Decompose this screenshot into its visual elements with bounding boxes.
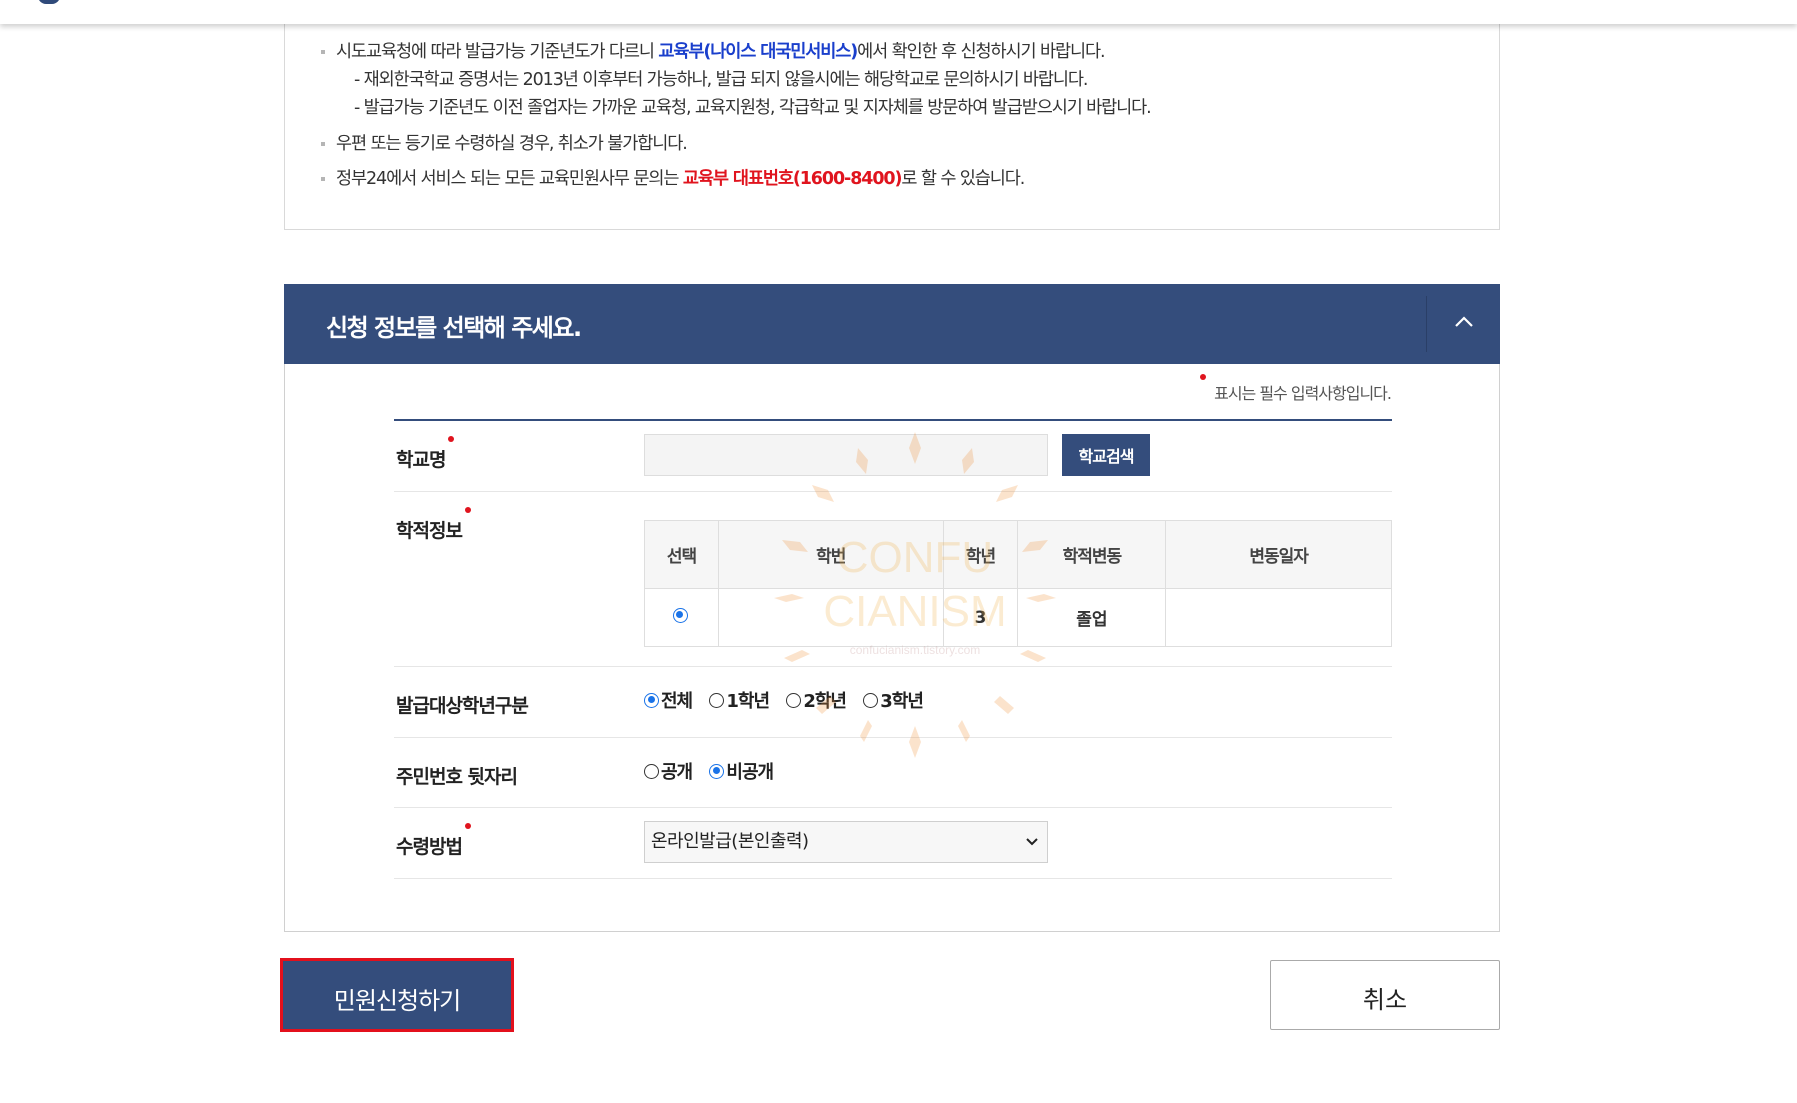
grade-cell: 3 <box>942 588 1019 647</box>
grade-option-1[interactable]: 1학년 <box>709 687 770 713</box>
required-note-text: 표시는 필수 입력사항입니다. <box>1214 384 1392 403</box>
radio-icon[interactable] <box>709 692 725 708</box>
school-row: 학교명 학교검색 <box>394 421 1392 492</box>
resident-option-private[interactable]: 비공개 <box>709 758 774 784</box>
record-select-radio[interactable] <box>672 607 688 623</box>
option-label: 3학년 <box>880 691 924 712</box>
grade-option-3[interactable]: 3학년 <box>863 687 924 713</box>
option-label: 공개 <box>661 762 693 783</box>
option-label: 1학년 <box>726 691 770 712</box>
required-dot-icon <box>1200 374 1207 380</box>
notice-text: 정부24에서 서비스 되는 모든 교육민원사무 문의는 <box>336 169 683 189</box>
col-status: 학적변동 <box>1017 520 1167 589</box>
notice-text: 우편 또는 등기로 수령하실 경우, 취소가 불가합니다. <box>336 134 688 154</box>
application-panel: 신청 정보를 선택해 주세요. 표시는 필수 입력사항입니다. 학교명 학교검색… <box>284 284 1500 932</box>
option-label: 2학년 <box>803 691 847 712</box>
notice-sub: - 발급가능 기준년도 이전 졸업자는 가까운 교육청, 교육지원청, 각급학교… <box>354 98 1152 118</box>
record-table: 선택 학번 학년 학적변동 변동일자 3 졸업 <box>644 520 1392 647</box>
record-label: 학적정보 <box>396 507 471 543</box>
panel-collapse-button[interactable] <box>1426 296 1500 352</box>
target-grade-label: 발급대상학년구분 <box>396 695 529 717</box>
status-cell: 졸업 <box>1017 588 1167 647</box>
notice-sub: - 재외한국학교 증명서는 2013년 이후부터 가능하나, 발급 되지 않을시… <box>354 70 1088 90</box>
radio-icon[interactable] <box>786 692 802 708</box>
record-label-text: 학적정보 <box>396 520 463 542</box>
resident-no-radios: 공개 비공개 <box>644 758 785 784</box>
apply-button[interactable]: 민원신청하기 <box>280 958 514 1032</box>
notice-box: 시도교육청에 따라 발급가능 기준년도가 다르니 교육부(나이스 대국민서비스)… <box>284 0 1500 230</box>
chevron-down-icon <box>1026 838 1038 846</box>
notice-text: 로 할 수 있습니다. <box>901 169 1025 189</box>
cancel-button-label: 취소 <box>1362 986 1408 1014</box>
notice-item: 시도교육청에 따라 발급가능 기준년도가 다르니 교육부(나이스 대국민서비스)… <box>319 38 1479 66</box>
col-date: 변동일자 <box>1165 520 1392 589</box>
school-name-input[interactable] <box>644 434 1048 476</box>
col-student-no: 학번 <box>717 520 944 589</box>
apply-button-label: 민원신청하기 <box>333 987 461 1015</box>
target-grade-row: 발급대상학년구분 전체 1학년 2학년 3학년 <box>394 667 1392 738</box>
notice-text: 에서 확인한 후 신청하시기 바랍니다. <box>857 42 1105 62</box>
chevron-up-icon <box>1455 316 1473 327</box>
notice-item: 우편 또는 등기로 수령하실 경우, 취소가 불가합니다. <box>319 130 1479 158</box>
logo-fragment <box>38 0 60 4</box>
required-note: 표시는 필수 입력사항입니다. <box>1200 374 1392 404</box>
notice-text: 시도교육청에 따라 발급가능 기준년도가 다르니 <box>336 42 659 62</box>
receive-label-text: 수령방법 <box>396 836 463 858</box>
panel-header: 신청 정보를 선택해 주세요. <box>284 284 1500 364</box>
radio-icon[interactable] <box>644 763 659 779</box>
table-header-row: 선택 학번 학년 학적변동 변동일자 <box>644 520 1392 589</box>
receive-row: 수령방법 온라인발급(본인출력) <box>394 808 1392 879</box>
radio-selected-icon[interactable] <box>709 763 725 779</box>
ministry-phone: 교육부 대표번호(1600-8400) <box>682 169 903 189</box>
option-label: 전체 <box>661 691 693 712</box>
student-no-cell <box>717 588 944 647</box>
school-label-text: 학교명 <box>396 449 446 471</box>
grade-option-2[interactable]: 2학년 <box>786 687 847 713</box>
record-row: 학적정보 선택 학번 학년 학적변동 변동일자 3 졸업 <box>394 492 1392 667</box>
table-row: 3 졸업 <box>644 588 1392 647</box>
date-cell <box>1165 588 1392 647</box>
receive-method-select[interactable]: 온라인발급(본인출력) <box>644 821 1048 863</box>
school-label: 학교명 <box>396 436 455 472</box>
receive-label: 수령방법 <box>396 823 471 859</box>
select-cell <box>644 588 719 647</box>
required-dot-icon <box>448 436 455 442</box>
cancel-button[interactable]: 취소 <box>1270 960 1500 1030</box>
select-value: 온라인발급(본인출력) <box>651 831 809 852</box>
col-grade: 학년 <box>942 520 1019 589</box>
option-label: 비공개 <box>726 762 774 783</box>
neis-link[interactable]: 교육부(나이스 대국민서비스) <box>658 42 858 62</box>
top-header-bar <box>0 0 1797 24</box>
radio-icon[interactable] <box>863 692 879 708</box>
resident-no-label: 주민번호 뒷자리 <box>396 766 518 788</box>
resident-no-row: 주민번호 뒷자리 공개 비공개 <box>394 738 1392 808</box>
application-form: 학교명 학교검색 학적정보 선택 학번 학년 학적변동 변동일자 3 졸업 발급… <box>394 419 1392 879</box>
notice-list: 시도교육청에 따라 발급가능 기준년도가 다르니 교육부(나이스 대국민서비스)… <box>319 38 1479 193</box>
radio-selected-icon[interactable] <box>644 692 659 708</box>
required-dot-icon <box>464 507 471 513</box>
panel-title: 신청 정보를 선택해 주세요. <box>326 314 582 342</box>
school-search-button[interactable]: 학교검색 <box>1062 434 1150 476</box>
target-grade-radios: 전체 1학년 2학년 3학년 <box>644 687 935 713</box>
col-select: 선택 <box>644 520 719 589</box>
required-dot-icon <box>464 823 471 829</box>
resident-option-public[interactable]: 공개 <box>644 758 693 784</box>
grade-option-all[interactable]: 전체 <box>644 687 693 713</box>
notice-item: 정부24에서 서비스 되는 모든 교육민원사무 문의는 교육부 대표번호(160… <box>319 165 1479 193</box>
